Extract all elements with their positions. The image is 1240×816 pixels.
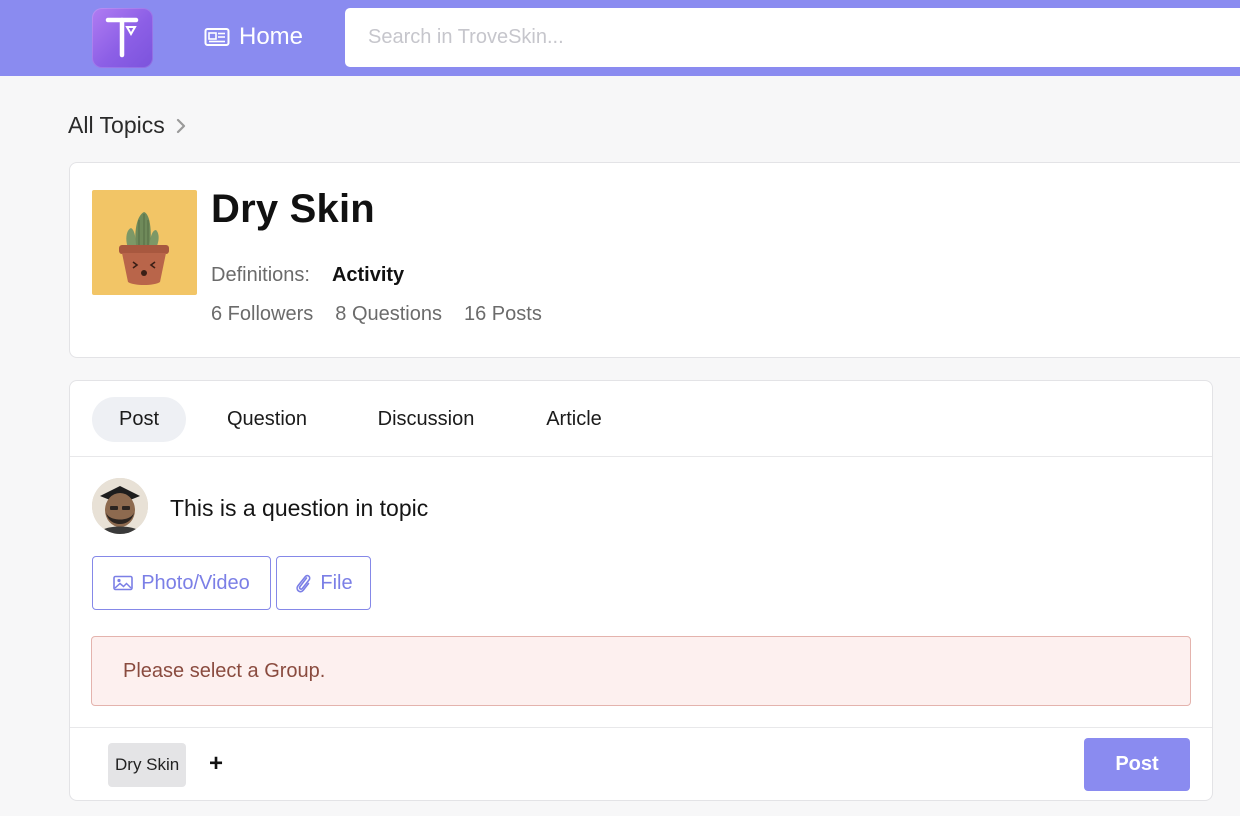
image-icon: [113, 575, 133, 591]
posts-count[interactable]: 16 Posts: [464, 303, 542, 326]
tab-discussion[interactable]: Discussion: [360, 397, 492, 442]
topic-tag-chip[interactable]: Dry Skin: [108, 743, 187, 787]
composer-footer: Dry Skin + Post: [70, 727, 1212, 802]
topic-stats: 6 Followers 8 Questions 16 Posts: [211, 303, 542, 326]
photo-video-label: Photo/Video: [141, 571, 250, 594]
breadcrumb-all-topics[interactable]: All Topics: [68, 112, 165, 139]
tab-question[interactable]: Question: [210, 397, 324, 442]
add-tag-button[interactable]: +: [206, 752, 226, 776]
topic-header-card: Dry Skin Definitions: Activity 6 Followe…: [69, 162, 1240, 358]
file-label: File: [320, 571, 353, 594]
questions-count[interactable]: 8 Questions: [335, 303, 442, 326]
activity-link[interactable]: Activity: [332, 264, 404, 287]
question-input[interactable]: This is a question in topic: [170, 495, 428, 522]
topic-image: [92, 190, 197, 295]
photo-video-button[interactable]: Photo/Video: [92, 556, 271, 610]
definitions-label[interactable]: Definitions:: [211, 264, 310, 287]
post-composer: Post Question Discussion Article This is…: [69, 380, 1213, 801]
group-alert: Please select a Group.: [91, 636, 1191, 706]
composer-tabs: Post Question Discussion Article: [70, 381, 1212, 457]
topic-definitions-row: Definitions: Activity: [211, 264, 404, 287]
post-button[interactable]: Post: [1084, 738, 1190, 791]
paperclip-icon: [296, 574, 311, 593]
newspaper-icon: [204, 28, 230, 46]
search-input[interactable]: [345, 8, 1240, 67]
topic-title: Dry Skin: [211, 187, 375, 231]
breadcrumb[interactable]: All Topics: [68, 112, 187, 139]
chevron-right-icon: [176, 118, 185, 133]
followers-count[interactable]: 6 Followers: [211, 303, 313, 326]
tab-post[interactable]: Post: [92, 397, 186, 442]
nav-home-link[interactable]: Home: [204, 22, 303, 52]
troveskin-logo-icon[interactable]: [92, 8, 153, 68]
nav-home-label: Home: [239, 23, 304, 50]
tab-article[interactable]: Article: [528, 397, 620, 442]
avatar[interactable]: [92, 478, 148, 534]
file-button[interactable]: File: [276, 556, 371, 610]
top-navbar: Home: [0, 0, 1240, 76]
